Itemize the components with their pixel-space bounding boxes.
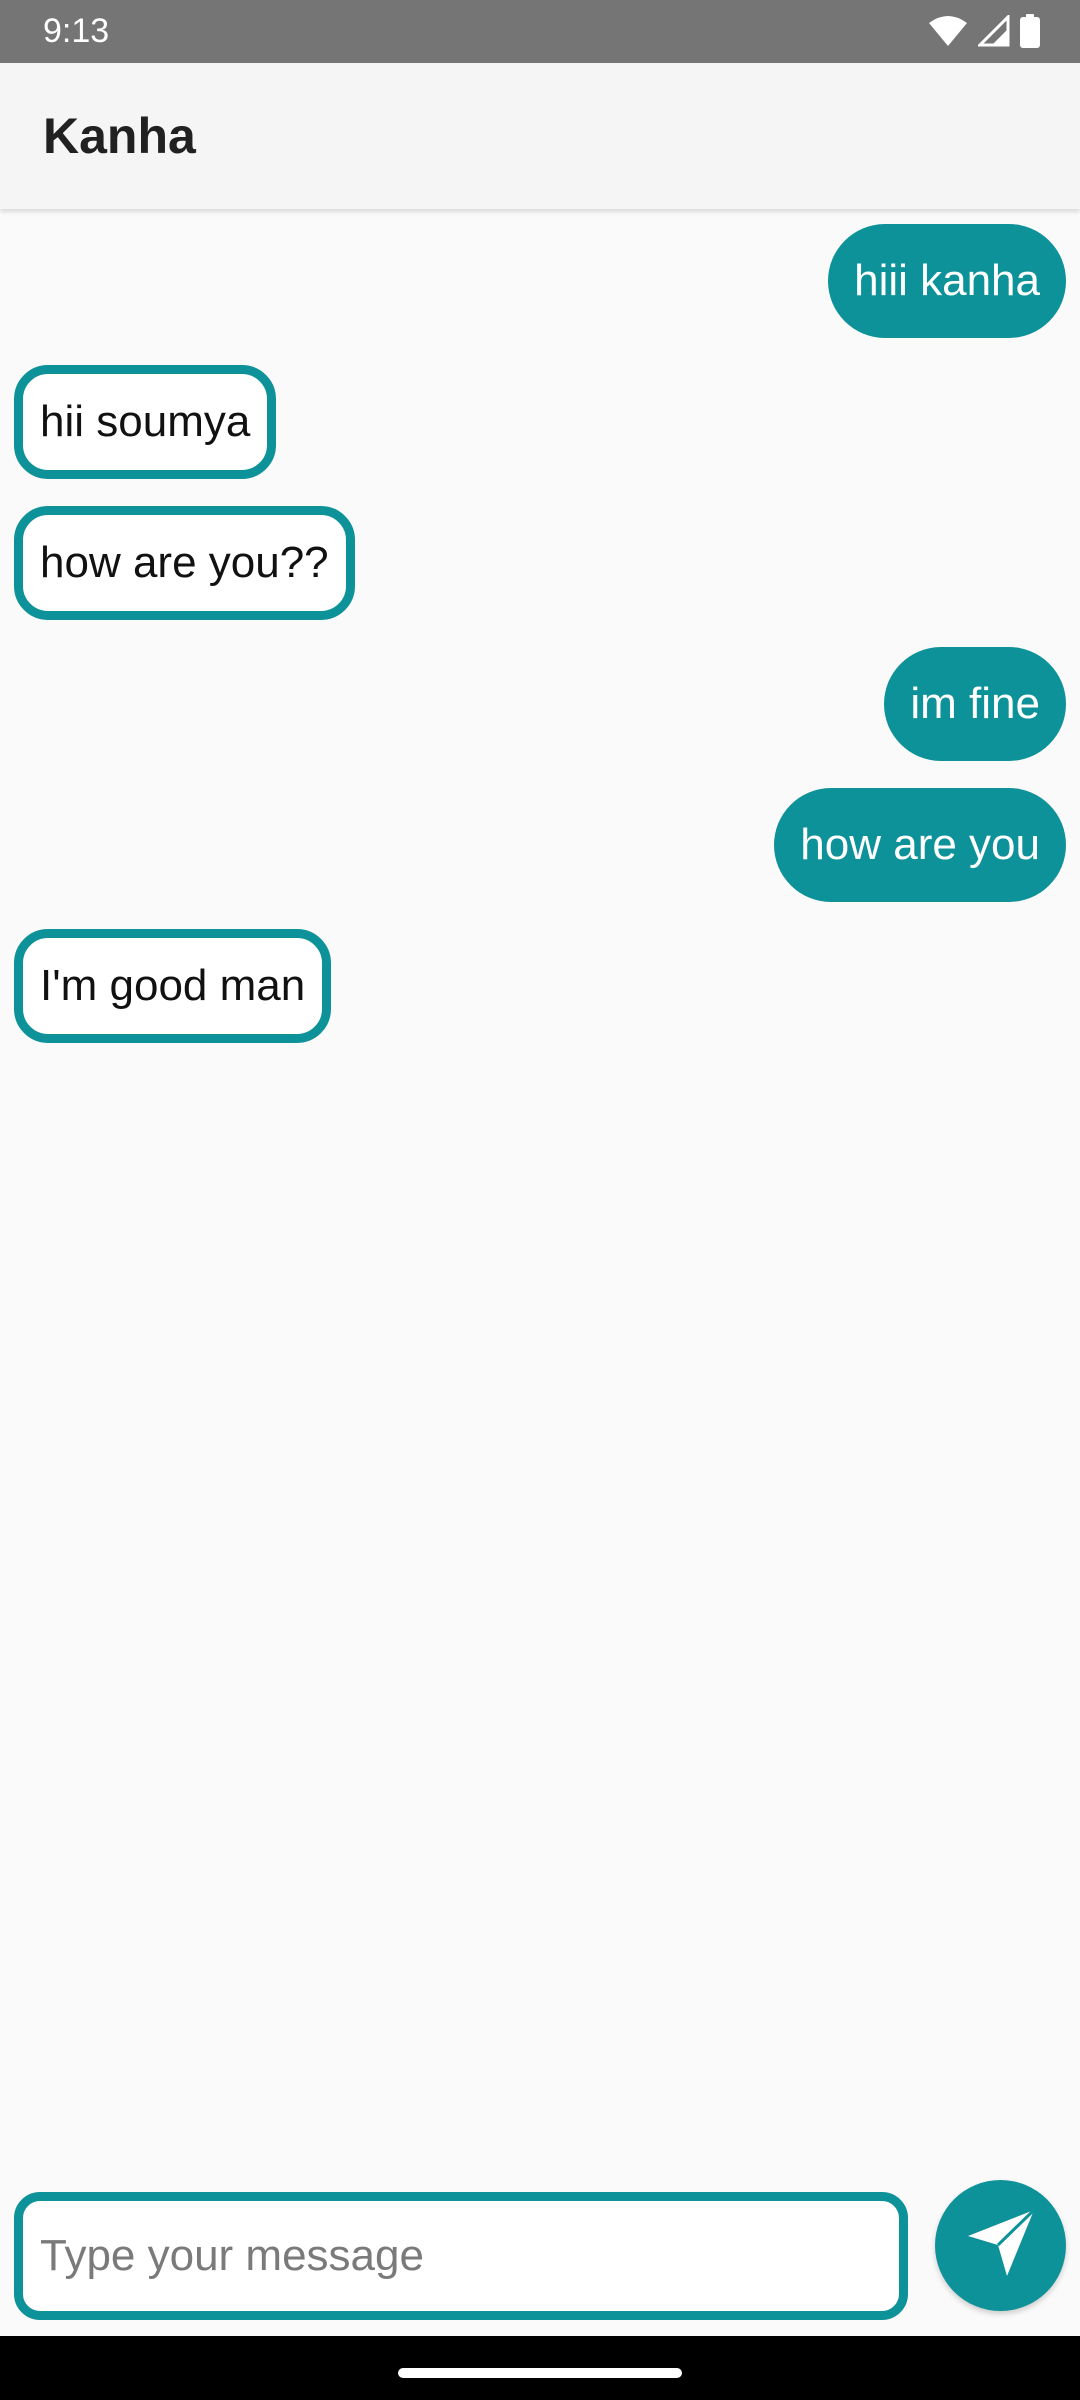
cellular-signal-icon [978, 15, 1010, 47]
message-input-container [14, 2192, 908, 2320]
message-bubble-sent: how are you [774, 788, 1066, 902]
message-bubble-received: how are you?? [14, 506, 355, 620]
send-icon [964, 2206, 1038, 2285]
message-bubble-sent: hiii kanha [828, 224, 1066, 338]
wifi-icon [928, 15, 968, 47]
status-bar: 9:13 [0, 0, 1080, 63]
battery-icon [1020, 14, 1040, 48]
app-bar: Kanha [0, 63, 1080, 209]
navigation-bar [0, 2336, 1080, 2400]
status-time: 9:13 [43, 12, 110, 50]
message-bubble-received: hii soumya [14, 365, 277, 479]
home-gesture-handle[interactable] [398, 2368, 682, 2378]
message-bubble-received: I'm good man [14, 929, 332, 1043]
chat-screen: 9:13 Kanha hiii kanha hii soumya how are… [0, 0, 1080, 2400]
message-bubble-sent: im fine [884, 647, 1066, 761]
message-input[interactable] [40, 2201, 880, 2311]
message-list[interactable]: hiii kanha hii soumya how are you?? im f… [0, 209, 1080, 2169]
send-button[interactable] [935, 2180, 1066, 2311]
status-icons [928, 13, 1040, 49]
chat-title: Kanha [43, 108, 196, 164]
